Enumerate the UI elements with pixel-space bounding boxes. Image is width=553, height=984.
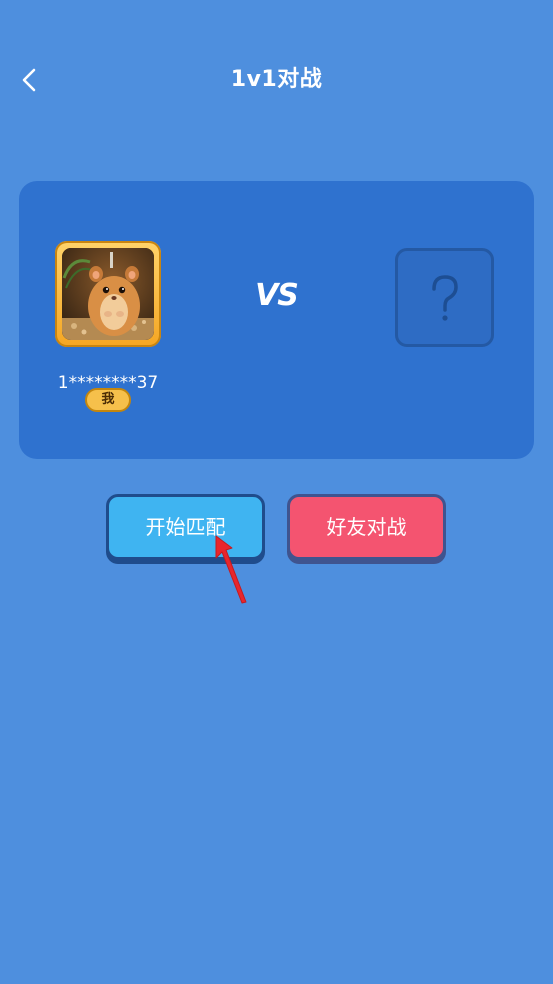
opponent-placeholder [395,248,494,347]
match-card: 我 1********37 VS [19,181,534,459]
pointer-arrow-icon [215,535,247,604]
page-title: 1v1对战 [230,67,323,92]
question-mark-icon [432,275,458,321]
player-username: 1********37 [57,373,159,393]
friend-battle-button[interactable]: 好友对战 [287,494,446,560]
top-bar: 1v1对战 [0,0,553,160]
avatar [62,248,154,340]
hamster-photo [62,248,154,340]
vs-label: VS [255,278,299,313]
player-avatar-frame: 我 [55,241,161,412]
